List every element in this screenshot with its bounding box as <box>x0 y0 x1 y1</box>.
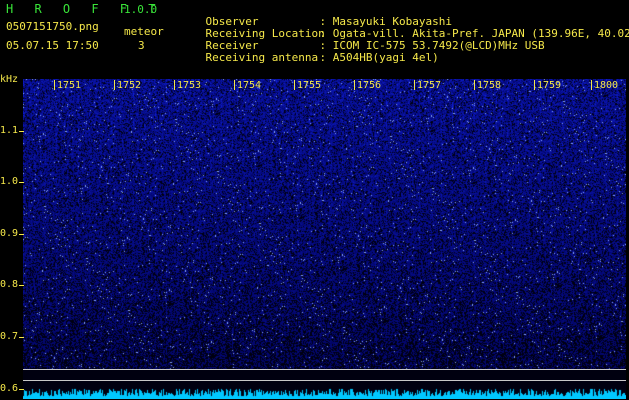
x-tick-label: 1756 <box>357 80 382 91</box>
x-tick-mark <box>591 80 592 90</box>
y-tick-mark <box>19 233 24 235</box>
x-tick-mark <box>174 80 175 90</box>
station-info: Observer: Masayuki Kobayashi Receiving L… <box>179 4 629 64</box>
capture-datetime: 05.07.15 17:50 <box>6 39 99 52</box>
y-tick-mark <box>19 388 24 390</box>
x-tick-label: 1800 <box>594 80 619 91</box>
observer-row: Observer: Masayuki Kobayashi <box>179 4 629 28</box>
x-tick-label: 1755 <box>297 80 322 91</box>
x-tick-mark <box>354 80 355 90</box>
x-tick-label: 1757 <box>417 80 442 91</box>
app-version: 1.0.0 <box>124 3 158 16</box>
meteor-label: meteor <box>124 25 164 38</box>
y-axis-unit: kHz <box>0 74 19 85</box>
x-tick-label: 1754 <box>237 80 262 91</box>
spectrogram-plot <box>23 79 626 399</box>
reference-line-upper <box>23 369 626 370</box>
antenna-value: : A504HB(yagi 4el) <box>319 51 439 64</box>
x-tick-mark <box>414 80 415 90</box>
file-name: 0507151750.png <box>6 20 99 33</box>
y-tick-mark <box>19 182 24 184</box>
x-tick-label: 1751 <box>57 80 82 91</box>
reference-line-lower <box>23 380 626 381</box>
x-tick-label: 1752 <box>117 80 142 91</box>
x-tick-label: 1753 <box>177 80 202 91</box>
y-tick-mark <box>19 337 24 339</box>
antenna-label: Receiving antenna <box>205 51 319 64</box>
x-tick-mark <box>294 80 295 90</box>
x-tick-mark <box>234 80 235 90</box>
x-tick-label: 1758 <box>477 80 502 91</box>
x-tick-mark <box>54 80 55 90</box>
y-tick-mark <box>19 130 24 132</box>
x-tick-mark <box>534 80 535 90</box>
x-tick-mark <box>474 80 475 90</box>
y-tick-mark <box>19 285 24 287</box>
x-tick-label: 1759 <box>537 80 562 91</box>
x-tick-mark <box>114 80 115 90</box>
meteor-count: 3 <box>138 39 145 52</box>
